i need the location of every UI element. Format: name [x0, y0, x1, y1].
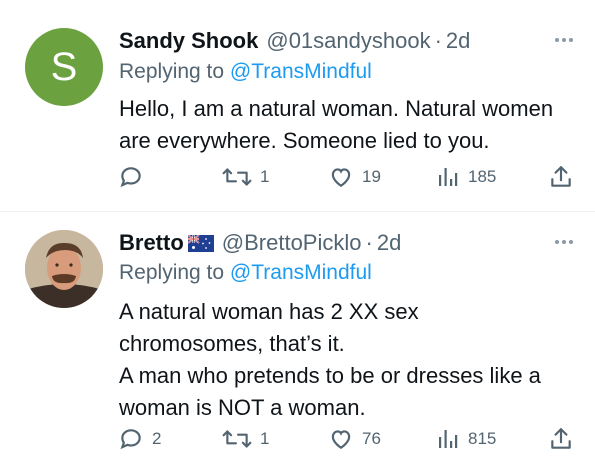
tweet-2[interactable]: Bretto @BrettoPicklo · 2d Replying to @T… — [0, 212, 595, 467]
retweet-count: 1 — [260, 429, 270, 448]
separator-dot: · — [434, 28, 442, 53]
tweet-header: Sandy Shook @01sandyshook · 2d — [119, 28, 470, 54]
share-button[interactable] — [548, 164, 574, 190]
replying-label: Replying to — [119, 60, 225, 83]
reply-icon — [120, 167, 141, 188]
views-button[interactable]: 815 — [436, 426, 496, 452]
retweet-button[interactable]: 1 — [222, 164, 269, 190]
timestamp[interactable]: 2d — [446, 28, 470, 54]
author-handle[interactable]: @BrettoPicklo — [222, 230, 362, 256]
like-button[interactable]: 76 — [328, 426, 381, 452]
avatar[interactable] — [25, 230, 103, 308]
like-count: 19 — [362, 167, 381, 186]
share-button[interactable] — [548, 426, 574, 452]
heart-icon — [331, 430, 351, 449]
separator-dot: · — [365, 230, 373, 255]
avatar[interactable]: S — [25, 28, 103, 106]
like-count: 76 — [362, 429, 381, 448]
reply-icon — [120, 429, 141, 450]
tweet-actions: 1 19 185 — [0, 164, 595, 194]
author-name[interactable]: Bretto — [119, 230, 184, 256]
avatar-photo — [25, 230, 103, 308]
share-icon — [551, 166, 571, 187]
share-icon — [551, 428, 571, 449]
retweet-button[interactable]: 1 — [222, 426, 269, 452]
more-options-icon[interactable] — [555, 240, 573, 244]
like-button[interactable]: 19 — [328, 164, 381, 190]
views-button[interactable]: 185 — [436, 164, 496, 190]
replying-mention-link[interactable]: @TransMindful — [230, 60, 372, 83]
tweet-header: Bretto @BrettoPicklo · 2d — [119, 230, 401, 256]
tweet-text: Hello, I am a natural woman. Natural wom… — [119, 96, 554, 153]
retweet-count: 1 — [260, 167, 270, 186]
author-handle[interactable]: @01sandyshook — [266, 28, 430, 54]
reply-button[interactable] — [118, 164, 152, 190]
replying-label: Replying to — [119, 261, 225, 284]
analytics-icon — [439, 168, 458, 186]
retweet-icon — [222, 430, 252, 448]
heart-icon — [331, 168, 351, 187]
tweet-actions: 2 1 76 815 — [0, 426, 595, 456]
replying-to: Replying to @TransMindful — [119, 261, 372, 285]
timestamp[interactable]: 2d — [377, 230, 401, 256]
more-options-icon[interactable] — [555, 38, 573, 42]
tweet-1[interactable]: S Sandy Shook @01sandyshook · 2d Replyin… — [0, 0, 595, 212]
australia-flag-icon — [187, 234, 214, 252]
view-count: 185 — [468, 167, 497, 186]
replying-to: Replying to @TransMindful — [119, 60, 372, 84]
tweet-text: A natural woman has 2 XX sex chromosomes… — [119, 299, 541, 420]
retweet-icon — [222, 168, 252, 186]
replying-mention-link[interactable]: @TransMindful — [230, 261, 372, 284]
avatar-letter: S — [50, 44, 78, 89]
reply-button[interactable]: 2 — [118, 426, 161, 452]
author-name[interactable]: Sandy Shook — [119, 28, 258, 54]
analytics-icon — [439, 430, 458, 448]
reply-count: 2 — [152, 429, 162, 448]
view-count: 815 — [468, 429, 497, 448]
